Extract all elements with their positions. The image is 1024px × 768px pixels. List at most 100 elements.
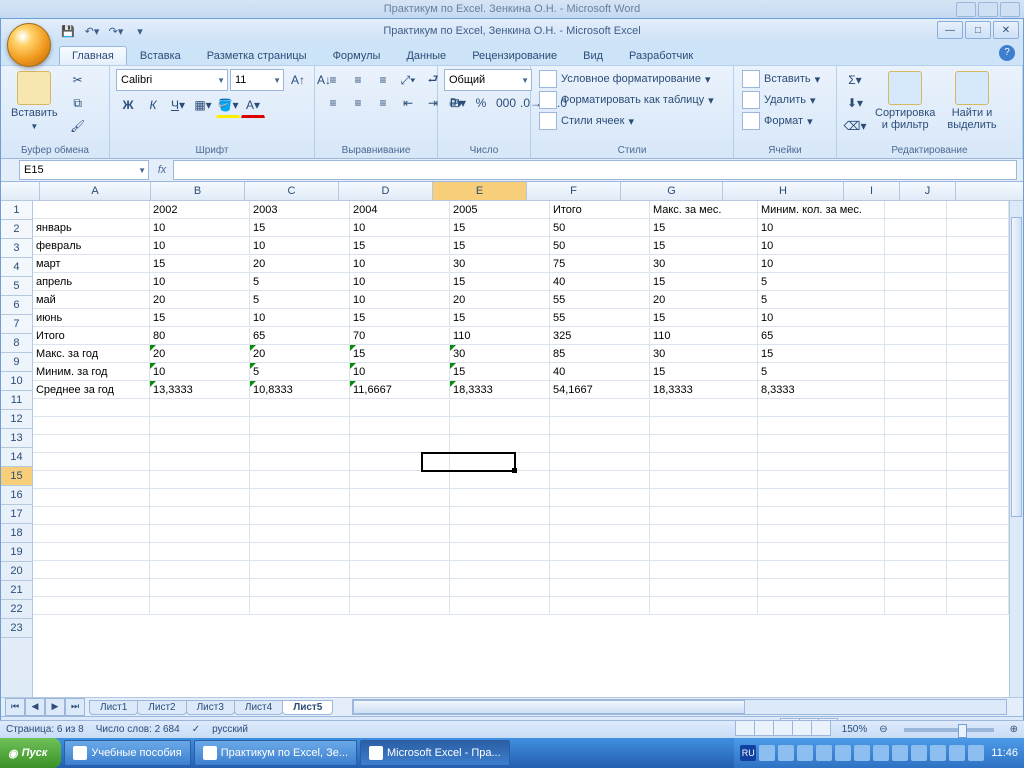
maximize-button[interactable]: □ bbox=[965, 21, 991, 39]
cell-A9[interactable]: Макс. за год bbox=[33, 345, 150, 363]
row-header-3[interactable]: 3 bbox=[1, 239, 32, 258]
cell-B16[interactable] bbox=[150, 471, 250, 489]
cell-B22[interactable] bbox=[150, 579, 250, 597]
tab-Разметка страницы[interactable]: Разметка страницы bbox=[194, 46, 320, 65]
row-header-2[interactable]: 2 bbox=[1, 220, 32, 239]
cell-I5[interactable] bbox=[885, 273, 947, 291]
cell-G23[interactable] bbox=[650, 597, 758, 615]
cell-F10[interactable]: 40 bbox=[550, 363, 650, 381]
cell-E15[interactable] bbox=[450, 453, 550, 471]
clock[interactable]: 11:46 bbox=[991, 747, 1018, 759]
row-header-6[interactable]: 6 bbox=[1, 296, 32, 315]
minimize-button[interactable]: — bbox=[937, 21, 963, 39]
cell-G6[interactable]: 20 bbox=[650, 291, 758, 309]
tray-icon[interactable] bbox=[778, 745, 794, 761]
tab-Формулы[interactable]: Формулы bbox=[320, 46, 394, 65]
cell-C14[interactable] bbox=[250, 435, 350, 453]
cell-H17[interactable] bbox=[758, 489, 885, 507]
cell-H18[interactable] bbox=[758, 507, 885, 525]
cell-B8[interactable]: 80 bbox=[150, 327, 250, 345]
cell-I8[interactable] bbox=[885, 327, 947, 345]
cell-D22[interactable] bbox=[350, 579, 450, 597]
cell-C9[interactable]: 20 bbox=[250, 345, 350, 363]
cell-J22[interactable] bbox=[947, 579, 1009, 597]
orientation-icon[interactable]: ⤢▾ bbox=[396, 69, 420, 91]
cell-G16[interactable] bbox=[650, 471, 758, 489]
cell-C20[interactable] bbox=[250, 543, 350, 561]
cell-J4[interactable] bbox=[947, 255, 1009, 273]
cell-H16[interactable] bbox=[758, 471, 885, 489]
cell-G5[interactable]: 15 bbox=[650, 273, 758, 291]
cell-E6[interactable]: 20 bbox=[450, 291, 550, 309]
cell-D9[interactable]: 15 bbox=[350, 345, 450, 363]
cell-B19[interactable] bbox=[150, 525, 250, 543]
cell-D16[interactable] bbox=[350, 471, 450, 489]
insert-cells-button[interactable]: Вставить ▾ bbox=[740, 69, 822, 89]
cell-G7[interactable]: 15 bbox=[650, 309, 758, 327]
cell-G21[interactable] bbox=[650, 561, 758, 579]
row-header-19[interactable]: 19 bbox=[1, 543, 32, 562]
cell-I19[interactable] bbox=[885, 525, 947, 543]
sheet-tab-Лист3[interactable]: Лист3 bbox=[186, 700, 235, 715]
tray-icon[interactable] bbox=[835, 745, 851, 761]
cell-C16[interactable] bbox=[250, 471, 350, 489]
tab-Вид[interactable]: Вид bbox=[570, 46, 616, 65]
row-header-16[interactable]: 16 bbox=[1, 486, 32, 505]
cell-H21[interactable] bbox=[758, 561, 885, 579]
cell-E19[interactable] bbox=[450, 525, 550, 543]
tray-icon[interactable] bbox=[854, 745, 870, 761]
cell-F17[interactable] bbox=[550, 489, 650, 507]
cell-G18[interactable] bbox=[650, 507, 758, 525]
cell-F15[interactable] bbox=[550, 453, 650, 471]
cell-A19[interactable] bbox=[33, 525, 150, 543]
cell-F16[interactable] bbox=[550, 471, 650, 489]
cell-E7[interactable]: 15 bbox=[450, 309, 550, 327]
cell-B14[interactable] bbox=[150, 435, 250, 453]
fill-icon[interactable]: ⬇▾ bbox=[843, 92, 867, 114]
cell-H7[interactable]: 10 bbox=[758, 309, 885, 327]
cell-J12[interactable] bbox=[947, 399, 1009, 417]
cell-A7[interactable]: июнь bbox=[33, 309, 150, 327]
cell-A10[interactable]: Миним. за год bbox=[33, 363, 150, 381]
align-left-icon[interactable]: ≡ bbox=[321, 92, 345, 114]
cell-D11[interactable]: 11,6667 bbox=[350, 381, 450, 399]
cell-A6[interactable]: май bbox=[33, 291, 150, 309]
cell-I22[interactable] bbox=[885, 579, 947, 597]
cell-A4[interactable]: март bbox=[33, 255, 150, 273]
sheet-first-icon[interactable]: ⏮ bbox=[5, 698, 25, 716]
cell-I14[interactable] bbox=[885, 435, 947, 453]
office-button[interactable] bbox=[7, 23, 51, 67]
row-header-11[interactable]: 11 bbox=[1, 391, 32, 410]
cell-A13[interactable] bbox=[33, 417, 150, 435]
percent-icon[interactable]: % bbox=[469, 92, 493, 114]
cell-B7[interactable]: 15 bbox=[150, 309, 250, 327]
cell-D5[interactable]: 10 bbox=[350, 273, 450, 291]
cell-A1[interactable] bbox=[33, 201, 150, 219]
cell-H5[interactable]: 5 bbox=[758, 273, 885, 291]
cell-F12[interactable] bbox=[550, 399, 650, 417]
cell-B20[interactable] bbox=[150, 543, 250, 561]
col-header-D[interactable]: D bbox=[339, 182, 433, 200]
bold-button[interactable]: Ж bbox=[116, 94, 140, 116]
word-min[interactable] bbox=[956, 2, 976, 17]
word-lang[interactable]: русский bbox=[212, 724, 248, 735]
cell-I6[interactable] bbox=[885, 291, 947, 309]
proof-icon[interactable]: ✓ bbox=[192, 724, 200, 735]
cell-C7[interactable]: 10 bbox=[250, 309, 350, 327]
cell-I2[interactable] bbox=[885, 219, 947, 237]
cell-A2[interactable]: январь bbox=[33, 219, 150, 237]
cell-I16[interactable] bbox=[885, 471, 947, 489]
cell-J1[interactable] bbox=[947, 201, 1009, 219]
cell-F3[interactable]: 50 bbox=[550, 237, 650, 255]
row-header-15[interactable]: 15 bbox=[1, 467, 32, 486]
cell-J10[interactable] bbox=[947, 363, 1009, 381]
cell-C12[interactable] bbox=[250, 399, 350, 417]
cell-C22[interactable] bbox=[250, 579, 350, 597]
cell-D3[interactable]: 15 bbox=[350, 237, 450, 255]
cell-F1[interactable]: Итого bbox=[550, 201, 650, 219]
cell-I18[interactable] bbox=[885, 507, 947, 525]
format-table-button[interactable]: Форматировать как таблицу ▾ bbox=[537, 90, 716, 110]
cell-H15[interactable] bbox=[758, 453, 885, 471]
word-view-buttons[interactable] bbox=[735, 720, 830, 739]
cell-D1[interactable]: 2004 bbox=[350, 201, 450, 219]
